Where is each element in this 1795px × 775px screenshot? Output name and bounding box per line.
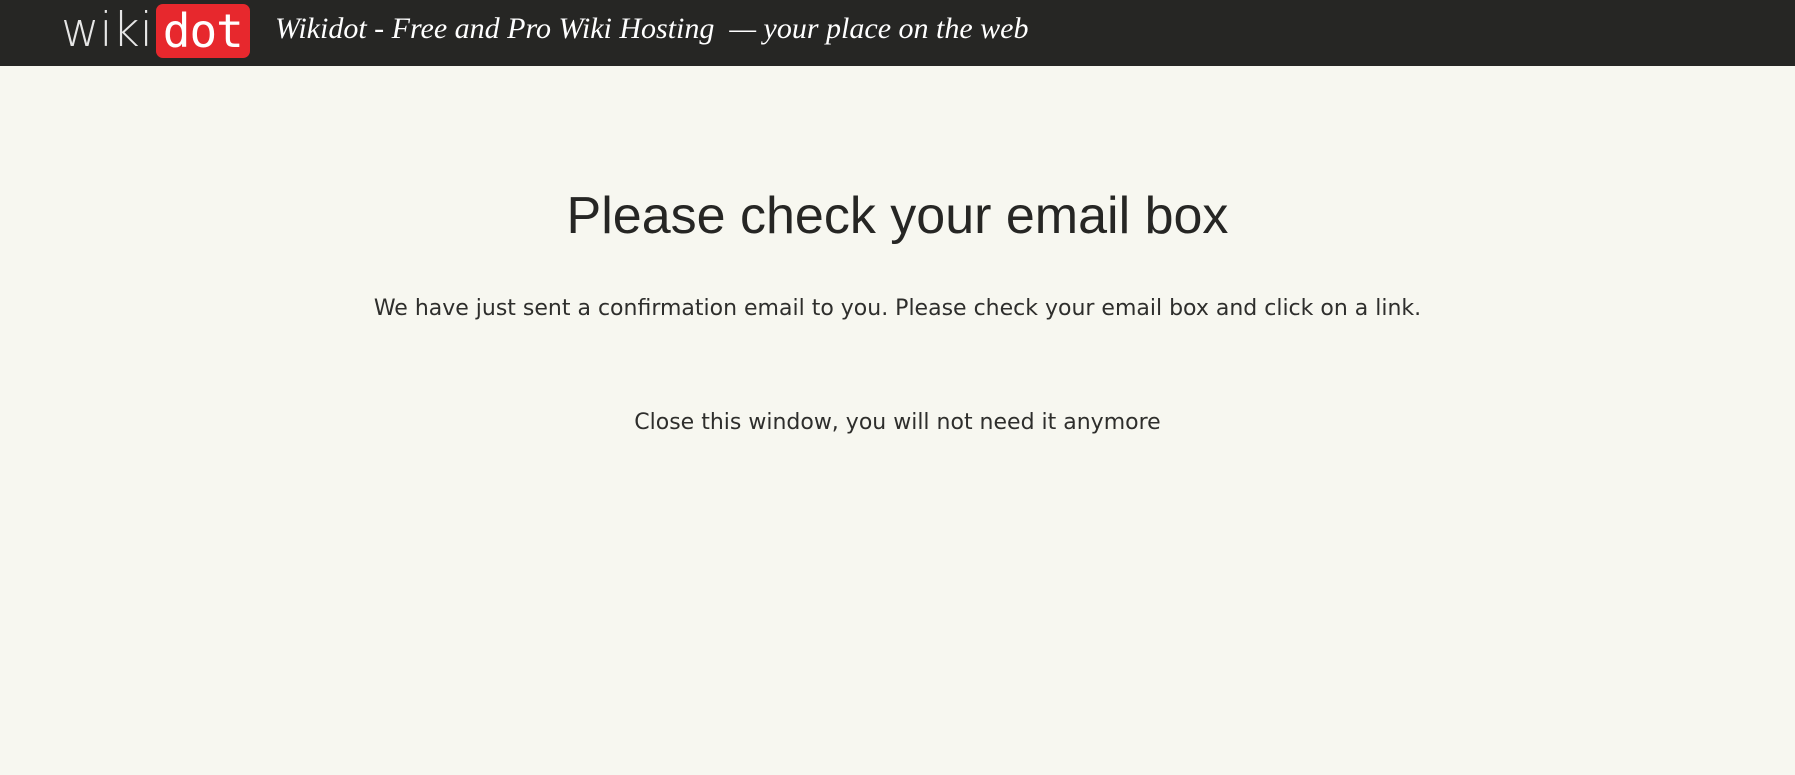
confirmation-message: We have just sent a confirmation email t… [373, 296, 1422, 321]
top-header: wiki dot Wikidot - Free and Pro Wiki Hos… [0, 0, 1795, 66]
logo-dot-text: dot [162, 4, 244, 58]
wikidot-logo[interactable]: wiki dot [61, 4, 250, 58]
logo-dot-badge: dot [155, 4, 250, 58]
close-window-link[interactable]: Close this window, you will not need it … [0, 408, 1795, 438]
site-tagline: Wikidot - Free and Pro Wiki Hosting — yo… [275, 12, 1029, 45]
logo-wiki-text: wiki [61, 3, 153, 58]
page-title: Please check your email box [566, 187, 1229, 245]
